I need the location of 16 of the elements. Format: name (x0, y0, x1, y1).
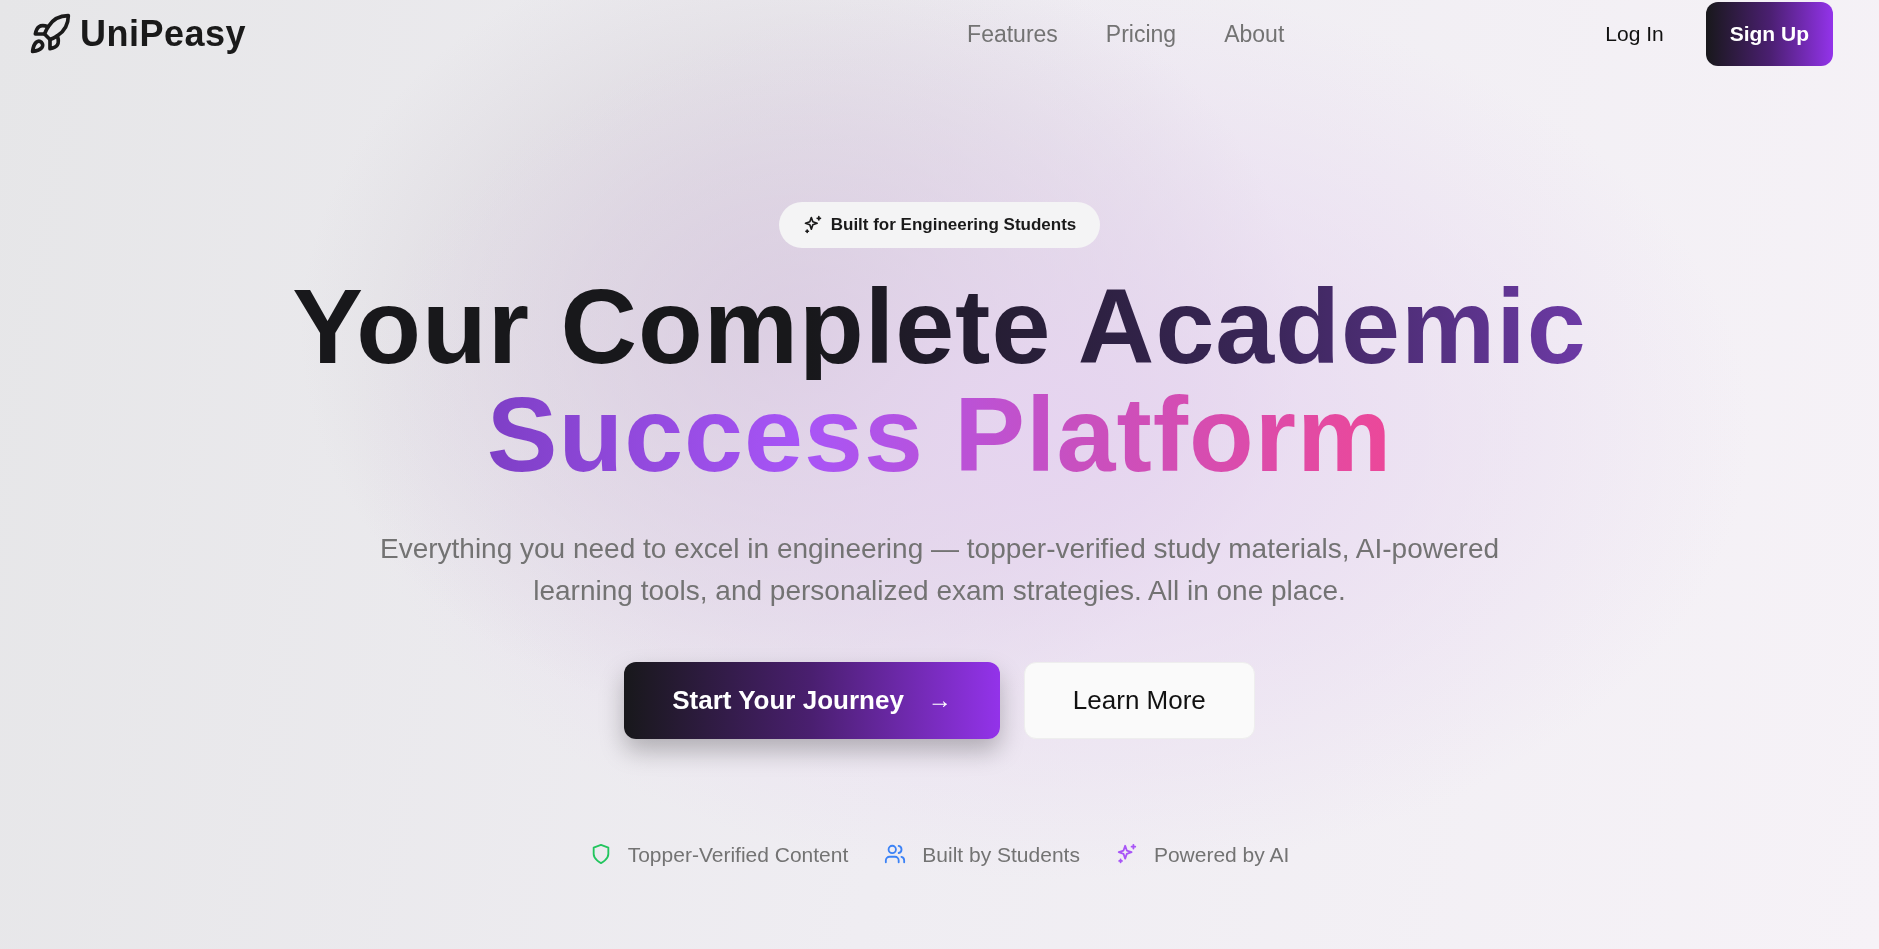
nav-link[interactable]: Features (967, 16, 1058, 52)
arrow-icon: → (927, 682, 952, 719)
feature-label: Built by Students (922, 841, 1080, 868)
feature-label: Topper-Verified Content (627, 841, 849, 868)
sparkles-icon (802, 214, 823, 235)
nav-link[interactable]: Pricing (1105, 16, 1177, 52)
start-button[interactable]: Start Your Journey → (624, 661, 1000, 739)
feature-label: Powered by AI (1153, 841, 1290, 868)
rocket-icon (28, 12, 72, 56)
hero-subtitle: Everything you need to excel in engineering — topper-verified study materials, AI-powered learning tools, and personalized exam strategies. All in one place. (379, 531, 1500, 608)
login-link[interactable]: Log In (1605, 18, 1664, 50)
learn-more-button[interactable]: Learn More (1023, 661, 1255, 739)
brand-name: UniPeasy (80, 12, 247, 56)
nav-link[interactable]: About (1224, 16, 1285, 52)
signup-button[interactable]: Sign Up (1705, 2, 1833, 66)
badge-text: Built for Engineering Students (830, 214, 1077, 236)
